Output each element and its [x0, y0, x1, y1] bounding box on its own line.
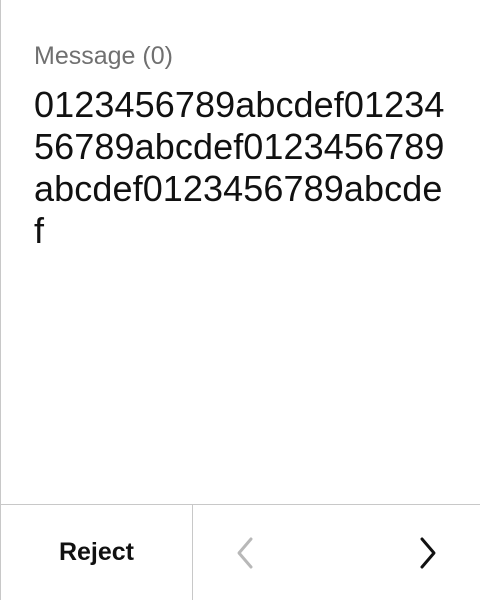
chevron-left-icon: [233, 535, 257, 571]
message-label: Message (0): [34, 42, 173, 70]
message-navigation: [193, 505, 480, 600]
message-content: Message (0) 0123456789abcdef0123456789ab…: [1, 0, 480, 504]
next-message-button[interactable]: [398, 523, 458, 583]
bottom-action-bar: Reject: [1, 504, 480, 600]
chevron-right-icon: [416, 535, 440, 571]
reject-button[interactable]: Reject: [1, 505, 193, 600]
message-screen: Message (0) 0123456789abcdef0123456789ab…: [0, 0, 480, 600]
previous-message-button[interactable]: [215, 523, 275, 583]
message-text: 0123456789abcdef0123456789abcdef01234567…: [34, 84, 445, 251]
